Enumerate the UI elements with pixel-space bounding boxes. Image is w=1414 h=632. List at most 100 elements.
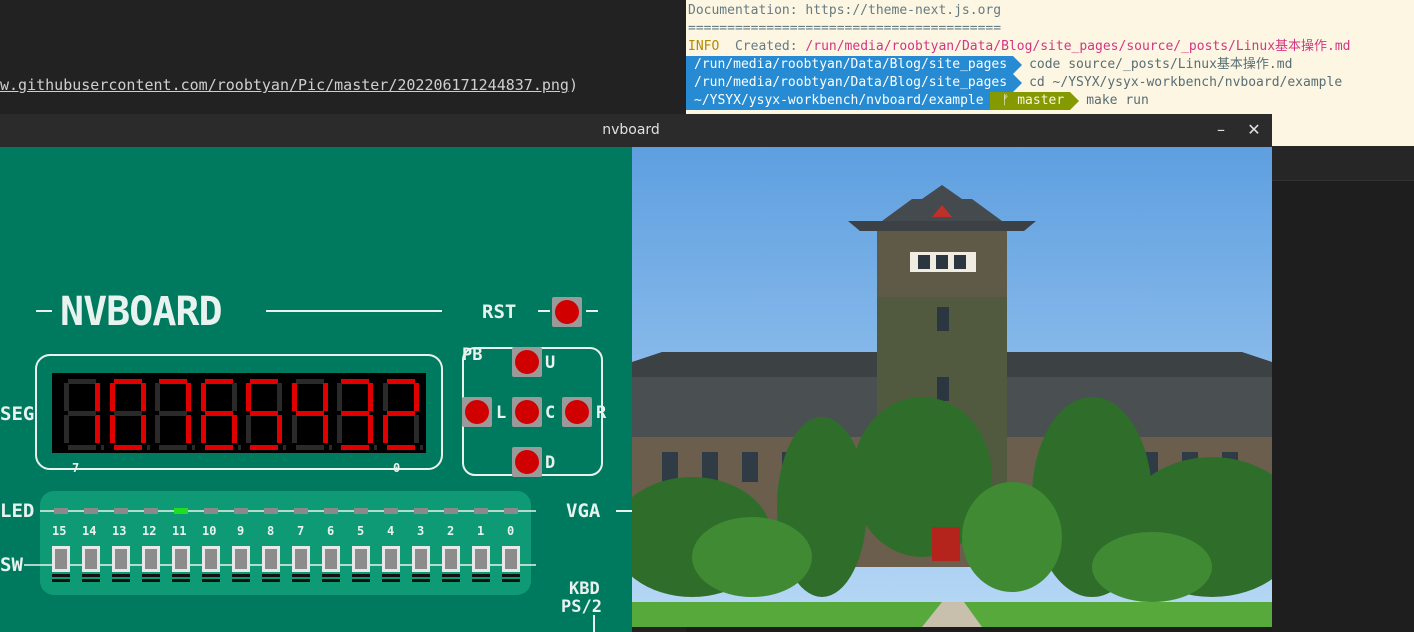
image-url-link[interactable]: w.githubusercontent.com/roobtyan/Pic/mas…	[0, 76, 569, 94]
switch-number-7: 7	[297, 524, 305, 538]
segment-dp	[192, 445, 195, 450]
switch-number-5: 5	[357, 524, 365, 538]
btn-right[interactable]	[562, 397, 592, 427]
segment-c	[322, 415, 328, 443]
led-5	[354, 508, 368, 514]
segment-c	[231, 415, 237, 443]
switch-14[interactable]	[82, 546, 100, 586]
background-panel	[1272, 146, 1414, 632]
segment-g	[204, 411, 233, 416]
segment-b	[140, 383, 146, 411]
seg-digit	[200, 379, 241, 450]
segment-b	[322, 383, 328, 411]
switch-1[interactable]	[472, 546, 490, 586]
vga-output-image	[632, 147, 1272, 627]
segment-g	[159, 411, 187, 416]
switch-number-14: 14	[82, 524, 97, 538]
switch-number-4: 4	[387, 524, 395, 538]
switch-0[interactable]	[502, 546, 520, 586]
prompt-line-3: ~/YSYX/ysyx-workbench/nvboard/example ᚠ m…	[686, 92, 1149, 110]
btn-up-label: U	[545, 353, 556, 373]
switch-number-1: 1	[477, 524, 485, 538]
btn-right-label: R	[596, 403, 607, 423]
led-8	[264, 508, 278, 514]
btn-left[interactable]	[462, 397, 492, 427]
btn-down-label: D	[545, 453, 556, 473]
btn-up[interactable]	[512, 347, 542, 377]
prompt-command: make run	[1086, 93, 1149, 108]
segment-d	[386, 445, 415, 450]
led-label: LED	[0, 500, 35, 522]
window-titlebar[interactable]: nvboard – ✕	[0, 114, 1272, 148]
segment-d	[113, 445, 142, 450]
switch-8[interactable]	[262, 546, 280, 586]
segment-f	[246, 383, 251, 411]
btn-left-label: L	[496, 403, 507, 423]
seg-index-left: 7	[72, 461, 80, 475]
segment-dp	[419, 445, 423, 450]
switch-15[interactable]	[52, 546, 70, 586]
segment-c	[140, 415, 146, 443]
prompt-line-1: /run/media/roobtyan/Data/Blog/site_pages…	[686, 56, 1292, 74]
switch-4[interactable]	[382, 546, 400, 586]
seg-digit	[337, 379, 377, 450]
segment-d	[295, 445, 324, 450]
seg-digit	[246, 379, 286, 450]
sw-label: SW	[0, 554, 23, 576]
info-line: INFO Created: /run/media/roobtyan/Data/B…	[688, 38, 1351, 56]
seg-digit	[291, 379, 332, 450]
segment-a	[341, 379, 369, 384]
segment-g	[341, 411, 369, 416]
btn-down[interactable]	[512, 447, 542, 477]
segment-e	[109, 415, 115, 443]
led-12	[144, 508, 158, 514]
segment-e	[155, 415, 160, 443]
segment-g	[250, 411, 278, 416]
switch-5[interactable]	[352, 546, 370, 586]
seg-digit	[109, 379, 150, 450]
pb-label: PB	[462, 345, 483, 365]
close-button[interactable]: ✕	[1244, 120, 1264, 140]
minimize-button[interactable]: –	[1211, 120, 1231, 140]
switch-3[interactable]	[412, 546, 430, 586]
segment-a	[159, 379, 187, 384]
ps2-label: PS/2	[561, 597, 602, 617]
info-path: /run/media/roobtyan/Data/Blog/site_pages…	[805, 39, 1351, 54]
switch-12[interactable]	[142, 546, 160, 586]
segment-c	[186, 415, 191, 443]
segment-c	[277, 415, 282, 443]
switch-number-15: 15	[52, 524, 67, 538]
segment-b	[231, 383, 237, 411]
segment-e	[200, 415, 206, 443]
led-6	[324, 508, 338, 514]
nvboard-window: nvboard – ✕ NVBOARD RST SEG 7 0 PB U L C…	[0, 114, 1272, 632]
segment-c	[368, 415, 373, 443]
switch-number-8: 8	[267, 524, 275, 538]
seg-digit	[382, 379, 423, 450]
segment-f	[382, 383, 388, 411]
segment-d	[159, 445, 187, 450]
rst-button[interactable]	[552, 297, 582, 327]
switch-9[interactable]	[232, 546, 250, 586]
switch-7[interactable]	[292, 546, 310, 586]
switch-11[interactable]	[172, 546, 190, 586]
segment-b	[277, 383, 282, 411]
prompt-path: /run/media/roobtyan/Data/Blog/site_pages	[686, 74, 1023, 92]
segment-b	[186, 383, 191, 411]
segment-dp	[146, 445, 150, 450]
switch-10[interactable]	[202, 546, 220, 586]
segment-f	[291, 383, 297, 411]
switch-6[interactable]	[322, 546, 340, 586]
segment-f	[337, 383, 342, 411]
segment-d	[250, 445, 278, 450]
btn-center[interactable]	[512, 397, 542, 427]
segment-e	[64, 415, 69, 443]
rule-line: ========================================	[688, 21, 1002, 36]
segment-b	[95, 383, 100, 411]
segment-g	[295, 411, 324, 416]
segment-f	[155, 383, 160, 411]
seven-segment-display	[52, 373, 426, 453]
switch-2[interactable]	[442, 546, 460, 586]
switch-13[interactable]	[112, 546, 130, 586]
switch-number-13: 13	[112, 524, 127, 538]
